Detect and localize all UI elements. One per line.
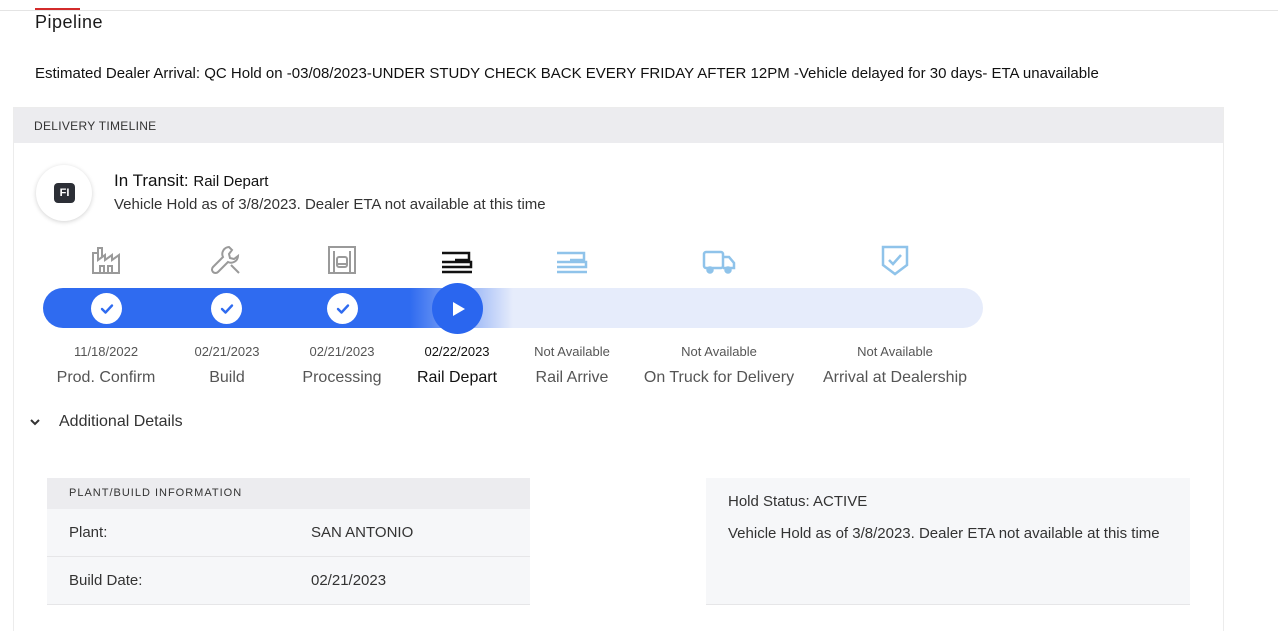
hold-status-panel: Hold Status: ACTIVE Vehicle Hold as of 3… — [706, 478, 1190, 605]
transit-status-description: Vehicle Hold as of 3/8/2023. Dealer ETA … — [114, 196, 546, 213]
plant-row: Plant: SAN ANTONIO — [47, 509, 530, 557]
hold-description: Vehicle Hold as of 3/8/2023. Dealer ETA … — [728, 525, 1160, 542]
stage-name: Build — [209, 369, 245, 386]
stage-date: Not Available — [534, 344, 610, 359]
current-stage-play-icon — [432, 283, 483, 334]
transit-status-value: Rail Depart — [193, 173, 269, 190]
build-date-value: 02/21/2023 — [311, 572, 387, 589]
rail-car-icon — [439, 242, 475, 278]
plant-label: Plant: — [69, 524, 108, 541]
stage-name: Prod. Confirm — [56, 369, 156, 386]
active-tab-indicator — [35, 8, 80, 10]
stage-name: Rail Depart — [416, 369, 498, 386]
transit-status: In Transit: Rail Depart — [114, 171, 268, 191]
stage-date: Not Available — [857, 344, 933, 359]
stage-name: Processing — [302, 369, 382, 386]
hold-status: Hold Status: ACTIVE — [728, 493, 868, 510]
stage-date: 02/22/2023 — [424, 344, 490, 359]
factory-icon — [88, 242, 124, 278]
plant-build-info-header: PLANT/BUILD INFORMATION — [47, 478, 530, 509]
processing-bay-icon — [324, 242, 360, 278]
shield-check-icon — [877, 242, 913, 278]
stage-date: 02/21/2023 — [309, 344, 375, 359]
stage-date: 11/18/2022 — [73, 344, 139, 359]
estimated-dealer-arrival: Estimated Dealer Arrival: QC Hold on -03… — [35, 65, 1099, 82]
stage-date: Not Available — [681, 344, 757, 359]
stage-complete-check-icon — [327, 293, 358, 324]
top-divider — [0, 10, 1278, 11]
plant-build-info-panel: PLANT/BUILD INFORMATION Plant: SAN ANTON… — [47, 478, 530, 605]
delivery-progress-track — [43, 288, 983, 328]
fi-badge-icon: FI — [54, 183, 75, 203]
chevron-down-icon — [30, 419, 40, 426]
stage-complete-check-icon — [211, 293, 242, 324]
truck-icon — [701, 242, 737, 278]
stage-date: 02/21/2023 — [194, 344, 260, 359]
build-date-row: Build Date: 02/21/2023 — [47, 557, 530, 605]
wrench-icon — [208, 242, 244, 278]
transit-status-label: In Transit: — [114, 171, 189, 190]
delivery-timeline-header: DELIVERY TIMELINE — [14, 108, 1223, 143]
plant-value: SAN ANTONIO — [311, 524, 414, 541]
build-date-label: Build Date: — [69, 572, 143, 589]
status-badge: FI — [36, 165, 92, 221]
additional-details-label: Additional Details — [59, 413, 183, 430]
stage-name: On Truck for Delivery — [643, 369, 795, 386]
additional-details-toggle[interactable]: Additional Details — [28, 413, 183, 431]
stage-name: Rail Arrive — [535, 369, 609, 386]
stage-name: Arrival at Dealership — [822, 369, 968, 386]
rail-car-icon — [554, 242, 590, 278]
stage-complete-check-icon — [91, 293, 122, 324]
page-title: Pipeline — [35, 12, 104, 32]
